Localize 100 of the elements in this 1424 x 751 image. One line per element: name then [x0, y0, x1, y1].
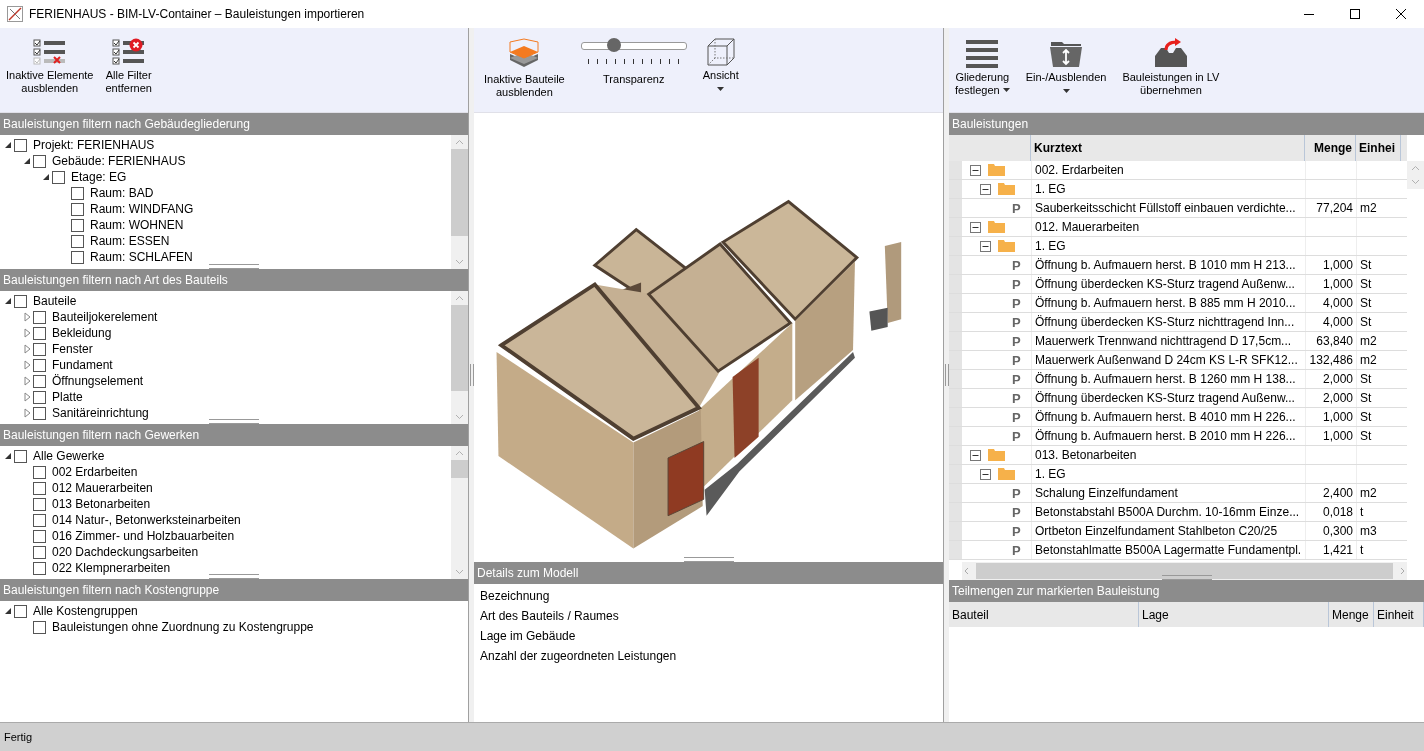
scroll-thumb[interactable]: [451, 460, 468, 478]
collapsed-triangle-icon[interactable]: [21, 407, 33, 419]
column-header[interactable]: Einheit: [1374, 602, 1424, 627]
tree-item-label[interactable]: 020 Dachdeckungsarbeiten: [52, 545, 199, 559]
tree-item-label[interactable]: 016 Zimmer- und Holzbauarbeiten: [52, 529, 235, 543]
checkbox[interactable]: [71, 202, 84, 216]
view-button[interactable]: Ansicht: [700, 36, 741, 93]
toolbar-button[interactable]: Inaktive Elemente ausblenden: [4, 36, 96, 97]
tree-item-label[interactable]: Fundament: [52, 358, 113, 372]
tree-item-label[interactable]: 013 Betonarbeiten: [52, 497, 151, 511]
column-header[interactable]: Kurztext: [1031, 135, 1305, 161]
collapsed-triangle-icon[interactable]: [21, 343, 33, 355]
tree-item-label[interactable]: Raum: SCHLAFEN: [90, 250, 193, 264]
toolbar-button[interactable]: Inaktive Bauteile ausblenden: [482, 36, 567, 101]
row-type-marker: P: [1012, 485, 1021, 501]
checkbox[interactable]: [33, 326, 46, 340]
tree-item-label[interactable]: Bauleistungen ohne Zuordnung zu Kostengruppe: [52, 620, 314, 634]
tree-item-label[interactable]: Bekleidung: [52, 326, 112, 340]
checkbox[interactable]: [33, 529, 46, 543]
checkbox[interactable]: [14, 294, 27, 308]
collapse-box-icon[interactable]: [970, 164, 981, 176]
collapsed-triangle-icon[interactable]: [21, 311, 33, 323]
splitter-grip[interactable]: [944, 364, 949, 386]
tree-item-label[interactable]: Alle Gewerke: [33, 449, 105, 463]
checkbox[interactable]: [71, 250, 84, 264]
checkbox[interactable]: [33, 545, 46, 559]
tree-item-label[interactable]: 012 Mauerarbeiten: [52, 481, 153, 495]
toolbar-button[interactable]: Gliederung festlegen: [953, 36, 1012, 99]
tree-item-label[interactable]: Raum: BAD: [90, 186, 154, 200]
scroll-thumb[interactable]: [451, 149, 468, 236]
vertical-scrollbar[interactable]: [1407, 161, 1424, 189]
splitter-grip[interactable]: [683, 557, 734, 562]
vertical-scrollbar[interactable]: [451, 135, 468, 269]
collapsed-triangle-icon[interactable]: [21, 375, 33, 387]
checkbox[interactable]: [33, 406, 46, 420]
vertical-scrollbar[interactable]: [451, 291, 468, 424]
row-type-marker: P: [1012, 504, 1021, 520]
checkbox[interactable]: [71, 186, 84, 200]
checkbox[interactable]: [71, 234, 84, 248]
checkbox[interactable]: [33, 620, 46, 634]
checkbox[interactable]: [33, 465, 46, 479]
splitter-grip[interactable]: [209, 264, 259, 269]
tree-item-label[interactable]: Alle Kostengruppen: [33, 604, 138, 618]
tree-item-label[interactable]: Sanitäreinrichtung: [52, 406, 149, 420]
toolbar-button[interactable]: Ein-/Ausblenden: [1023, 36, 1109, 95]
checkbox[interactable]: [33, 390, 46, 404]
column-header[interactable]: Bauteil: [949, 602, 1139, 627]
toolbar-button[interactable]: Alle Filter entfernen: [103, 36, 154, 97]
checkbox[interactable]: [33, 481, 46, 495]
tree-item-label[interactable]: Raum: ESSEN: [90, 234, 170, 248]
column-header[interactable]: Menge: [1305, 135, 1356, 161]
checkbox[interactable]: [33, 561, 46, 575]
column-header[interactable]: Menge: [1329, 602, 1374, 627]
checkbox[interactable]: [33, 342, 46, 356]
collapse-box-icon[interactable]: [970, 449, 981, 461]
splitter-grip[interactable]: [1161, 575, 1212, 580]
splitter-grip[interactable]: [209, 574, 259, 579]
collapse-box-icon[interactable]: [970, 221, 981, 233]
checkbox[interactable]: [33, 374, 46, 388]
status-text: Fertig: [4, 731, 33, 743]
collapse-box-icon[interactable]: [980, 468, 991, 480]
slider-thumb[interactable]: [606, 38, 621, 52]
splitter-grip[interactable]: [469, 364, 474, 386]
column-header[interactable]: Lage: [1139, 602, 1329, 627]
toolbar-button[interactable]: Bauleistungen in LV übernehmen: [1120, 36, 1222, 99]
tree-item-label[interactable]: Bauteiljokerelement: [52, 310, 158, 324]
vertical-scrollbar[interactable]: [451, 446, 468, 579]
tree-item-label[interactable]: Platte: [52, 390, 83, 404]
horizontal-scrollbar[interactable]: [962, 562, 1407, 580]
checkbox[interactable]: [14, 604, 27, 618]
collapsed-triangle-icon[interactable]: [21, 359, 33, 371]
collapse-box-icon[interactable]: [980, 240, 991, 252]
tree-item-label[interactable]: Raum: WINDFANG: [90, 202, 194, 216]
collapsed-triangle-icon[interactable]: [21, 327, 33, 339]
tree-item-label[interactable]: Etage: EG: [71, 170, 127, 184]
splitter-grip[interactable]: [209, 419, 259, 424]
tree-item-label[interactable]: Gebäude: FERIENHAUS: [52, 154, 186, 168]
checkbox[interactable]: [71, 218, 84, 232]
collapsed-triangle-icon[interactable]: [21, 391, 33, 403]
checkbox[interactable]: [33, 310, 46, 324]
tree-item-label[interactable]: 002 Erdarbeiten: [52, 465, 138, 479]
scroll-thumb[interactable]: [451, 305, 468, 392]
checkbox[interactable]: [14, 449, 27, 463]
tree-item-label[interactable]: Öffnungselement: [52, 374, 144, 388]
tree-item-label[interactable]: Projekt: FERIENHAUS: [33, 138, 155, 152]
tree-item-label[interactable]: 014 Natur-, Betonwerksteinarbeiten: [52, 513, 241, 527]
tree-item-label[interactable]: Bauteile: [33, 294, 77, 308]
checkbox[interactable]: [33, 154, 46, 168]
row-type-marker: P: [1012, 257, 1021, 273]
checkbox[interactable]: [52, 170, 65, 184]
tree-item-label[interactable]: 022 Klempnerarbeiten: [52, 561, 171, 575]
checkbox[interactable]: [33, 513, 46, 527]
checkbox[interactable]: [33, 497, 46, 511]
table-cell: t: [1356, 503, 1401, 521]
tree-item-label[interactable]: Raum: WOHNEN: [90, 218, 184, 232]
tree-item-label[interactable]: Fenster: [52, 342, 93, 356]
collapse-box-icon[interactable]: [980, 183, 991, 195]
checkbox[interactable]: [33, 358, 46, 372]
checkbox[interactable]: [14, 138, 27, 152]
column-header[interactable]: Einhei: [1356, 135, 1401, 161]
